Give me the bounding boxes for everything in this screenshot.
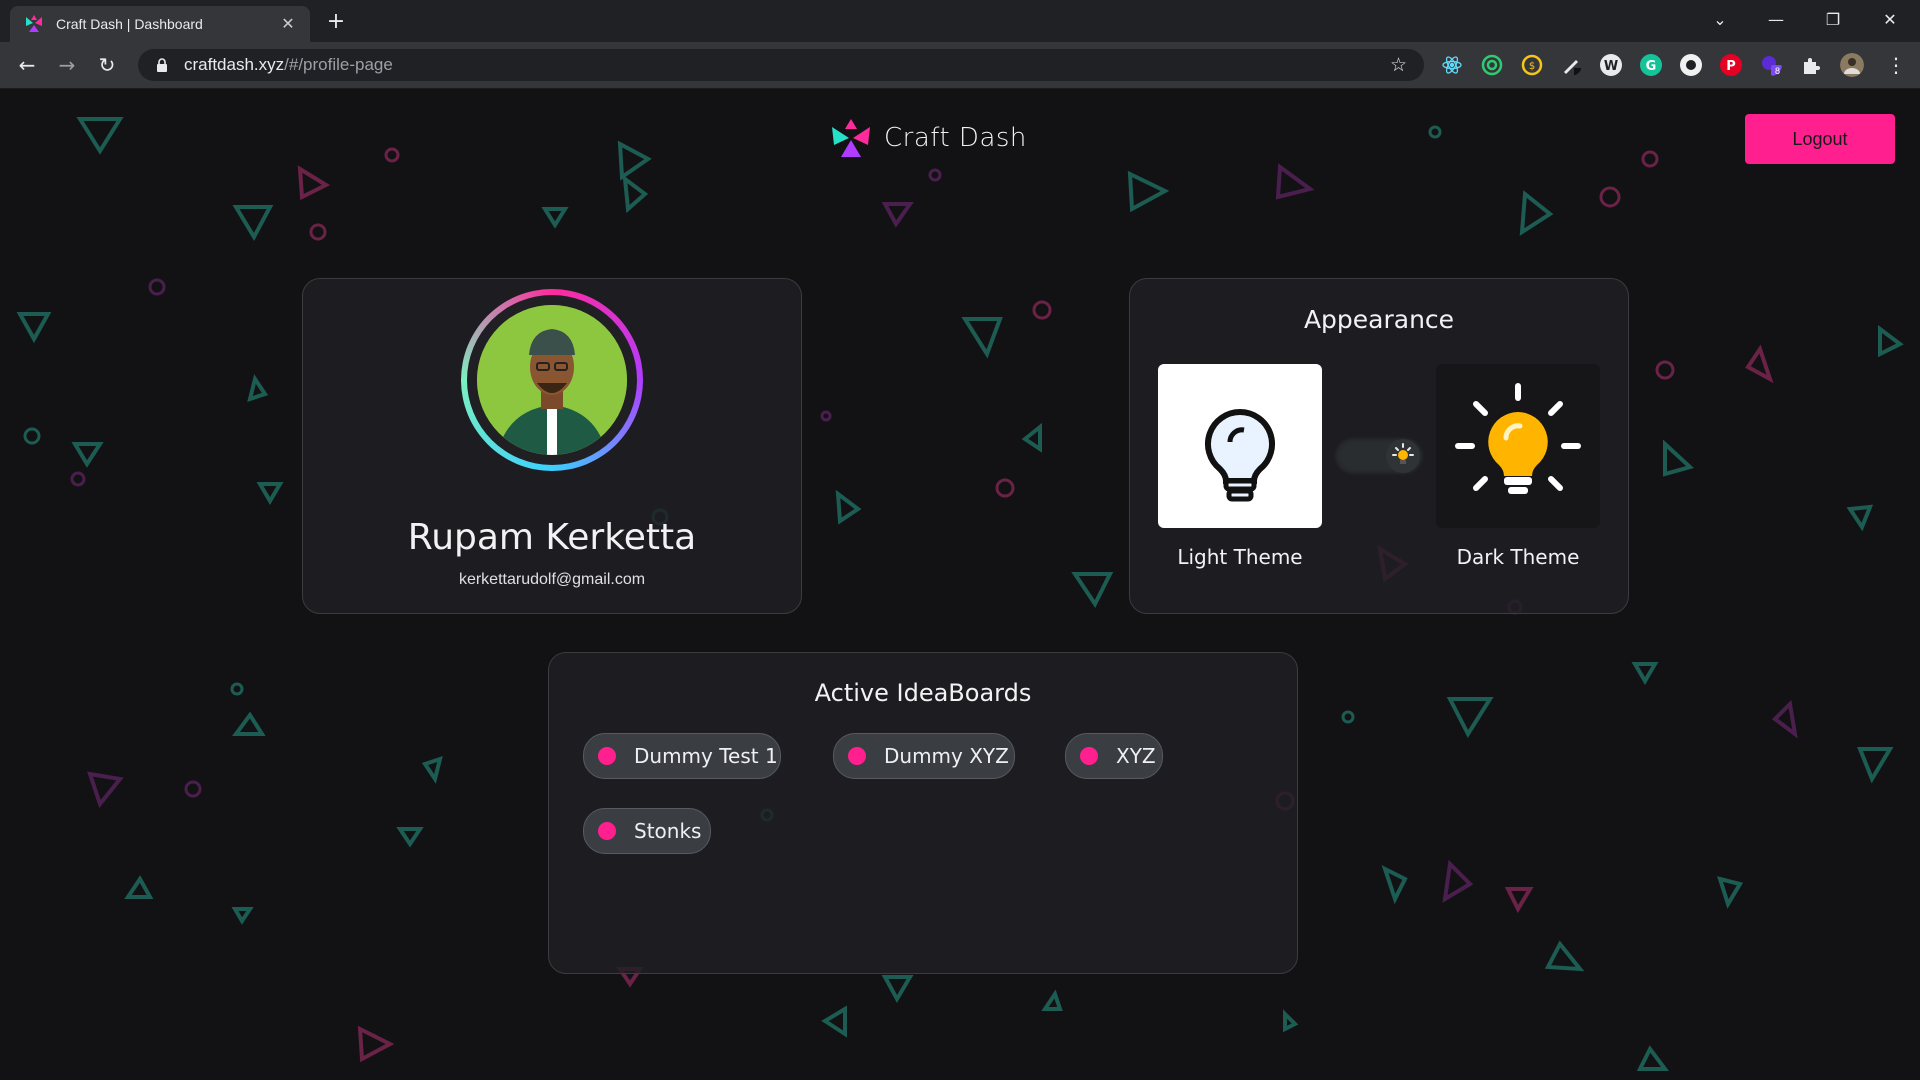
avatar-frame — [467, 295, 637, 465]
pen-extension-icon[interactable] — [1560, 54, 1582, 76]
bulb-outline-icon — [1204, 408, 1276, 502]
react-devtools-icon[interactable] — [1441, 54, 1463, 76]
target-extension-icon[interactable] — [1481, 54, 1503, 76]
appearance-title: Appearance — [1303, 305, 1455, 334]
profile-avatar-icon[interactable] — [1840, 53, 1864, 77]
craft-dash-favicon-icon — [26, 15, 42, 32]
circle-extension-icon[interactable] — [1680, 54, 1702, 76]
ideaboard-chip[interactable]: XYZ — [1065, 733, 1163, 779]
brand-logo[interactable]: Craft Dash — [830, 117, 1027, 159]
browser-tab[interactable]: Craft Dash | Dashboard ✕ — [10, 6, 310, 42]
avatar-illustration — [477, 305, 627, 455]
browser-tab-bar: Craft Dash | Dashboard ✕ + ⌄ — ❐ ✕ — [0, 0, 1920, 42]
bookmark-star-icon[interactable]: ☆ — [1390, 55, 1410, 75]
light-theme-option[interactable] — [1158, 364, 1322, 528]
browser-menu-icon[interactable]: ⋮ — [1886, 52, 1906, 78]
brand-name: Craft Dash — [884, 123, 1027, 153]
ideaboard-label: Dummy Test 1 — [634, 744, 778, 768]
ideaboard-chip[interactable]: Stonks — [583, 808, 711, 854]
svg-text:$: $ — [1529, 61, 1535, 72]
coin-extension-icon[interactable]: $ — [1521, 54, 1543, 76]
dark-theme-option[interactable] — [1436, 364, 1600, 528]
url-host: craftdash.xyz — [184, 55, 285, 74]
reload-button[interactable]: ↻ — [92, 50, 122, 80]
back-button[interactable]: ← — [12, 50, 42, 80]
profile-card: Rupam Kerketta kerkettarudolf@gmail.com — [302, 278, 802, 614]
bulb-glowing-icon — [1455, 383, 1581, 494]
appearance-card: Appearance Light Theme Dark Theme — [1129, 278, 1629, 614]
tab-title: Craft Dash | Dashboard — [56, 16, 203, 32]
pinterest-icon[interactable]: P — [1720, 54, 1742, 76]
address-bar[interactable]: craftdash.xyz/#/profile-page ☆ — [138, 49, 1424, 81]
profile-email: kerkettarudolf@gmail.com — [458, 571, 646, 588]
close-window-button[interactable]: ✕ — [1862, 0, 1918, 42]
ideaboard-chip[interactable]: Dummy XYZ — [833, 733, 1015, 779]
restore-button[interactable]: ❐ — [1805, 0, 1861, 42]
svg-text:W: W — [1604, 59, 1618, 74]
extension-badge: 8 — [1775, 66, 1781, 76]
url-path: /#/profile-page — [284, 55, 393, 74]
ideaboard-chip[interactable]: Dummy Test 1 — [583, 733, 781, 779]
tab-close-icon[interactable]: ✕ — [276, 12, 300, 36]
ideaboards-card: Active IdeaBoards Dummy Test 1 Dummy XYZ… — [548, 652, 1298, 974]
craft-dash-logo-icon — [832, 119, 870, 157]
sun-bulb-icon — [1392, 443, 1414, 464]
logout-button[interactable]: Logout — [1745, 114, 1895, 164]
theme-toggle[interactable] — [1334, 437, 1424, 475]
light-theme-label: Light Theme — [1177, 545, 1303, 569]
ideaboard-label: XYZ — [1116, 744, 1156, 768]
page-content: Craft Dash Logout Rupam Kerketta kerkett… — [0, 89, 1920, 1080]
lock-icon — [157, 58, 167, 72]
status-dot-icon — [848, 747, 866, 765]
forward-button[interactable]: → — [52, 50, 82, 80]
w-extension-icon[interactable]: W — [1600, 54, 1622, 76]
extensions-puzzle-icon[interactable] — [1800, 54, 1822, 76]
grammarly-icon[interactable]: G — [1640, 54, 1662, 76]
ideaboard-label: Dummy XYZ — [884, 744, 1009, 768]
profile-name: Rupam Kerketta — [407, 517, 697, 558]
browser-toolbar: ← → ↻ craftdash.xyz/#/profile-page ☆ $ W… — [0, 42, 1920, 89]
status-dot-icon — [1080, 747, 1098, 765]
ideaboards-title: Active IdeaBoards — [814, 679, 1032, 707]
toggle-knob[interactable] — [1386, 439, 1420, 473]
tab-search-icon[interactable]: ⌄ — [1692, 0, 1748, 42]
minimize-button[interactable]: — — [1748, 0, 1804, 42]
status-dot-icon — [598, 747, 616, 765]
status-dot-icon — [598, 822, 616, 840]
avatar-ring — [461, 289, 643, 471]
dark-theme-label: Dark Theme — [1456, 545, 1580, 569]
svg-text:P: P — [1726, 59, 1736, 74]
svg-text:G: G — [1646, 59, 1657, 74]
avatar — [477, 305, 627, 455]
ideaboard-label: Stonks — [634, 819, 702, 843]
new-tab-button[interactable]: + — [322, 9, 350, 37]
